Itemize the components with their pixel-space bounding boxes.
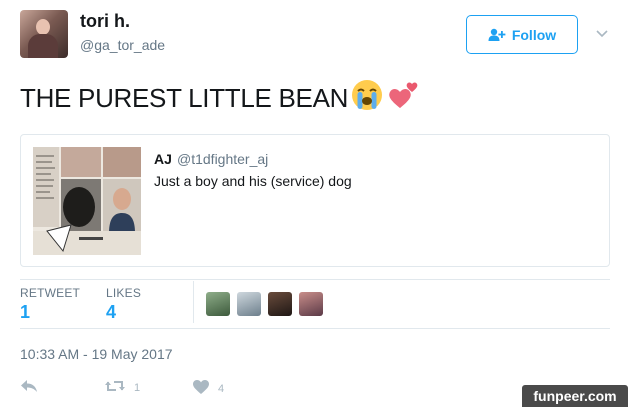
tweet-text: THE PUREST LITTLE BEAN	[20, 78, 420, 119]
retweet-icon	[104, 379, 126, 396]
likes-label[interactable]: LIKES	[106, 286, 141, 300]
avatar-body	[28, 34, 58, 58]
yearbook-photo-image[interactable]	[33, 147, 141, 255]
follow-button-label: Follow	[511, 26, 557, 43]
stats-top-divider	[20, 279, 610, 280]
loudly-crying-face-icon	[350, 78, 384, 119]
chevron-down-icon[interactable]	[594, 27, 610, 39]
author-name[interactable]: tori h.	[80, 11, 130, 32]
follow-button[interactable]: Follow	[466, 15, 578, 54]
author-handle[interactable]: @ga_tor_ade	[80, 37, 165, 53]
heart-icon	[192, 379, 210, 398]
stats-bottom-divider	[20, 328, 610, 329]
stats-separator	[193, 281, 194, 323]
quoted-tweet-card[interactable]: AJ @t1dfighter_aj Just a boy and his (se…	[20, 134, 610, 267]
tweet-timestamp[interactable]: 10:33 AM - 19 May 2017	[20, 346, 173, 362]
quoted-author-handle[interactable]: @t1dfighter_aj	[177, 151, 268, 167]
tweet-text-content: THE PUREST LITTLE BEAN	[20, 83, 349, 113]
author-avatar[interactable]	[20, 10, 68, 58]
like-action[interactable]: 4	[192, 379, 224, 398]
retweets-count[interactable]: 1	[20, 302, 30, 323]
quoted-tweet-text: Just a boy and his (service) dog	[154, 173, 352, 189]
retweets-label[interactable]: RETWEET	[20, 286, 80, 300]
likes-count[interactable]: 4	[106, 302, 116, 323]
add-user-icon	[488, 28, 506, 42]
two-hearts-icon	[386, 78, 420, 119]
liker-avatar[interactable]	[299, 292, 323, 316]
quoted-author-name[interactable]: AJ	[154, 151, 172, 167]
liker-avatar[interactable]	[268, 292, 292, 316]
avatar-face	[36, 19, 50, 35]
watermark: funpeer.com	[522, 385, 628, 407]
retweet-action-count: 1	[134, 381, 141, 394]
liker-avatar[interactable]	[237, 292, 261, 316]
liker-avatar[interactable]	[206, 292, 230, 316]
like-action-count: 4	[218, 382, 225, 395]
reply-icon	[20, 379, 38, 396]
reply-action[interactable]	[20, 379, 38, 396]
retweet-action[interactable]: 1	[104, 379, 140, 396]
